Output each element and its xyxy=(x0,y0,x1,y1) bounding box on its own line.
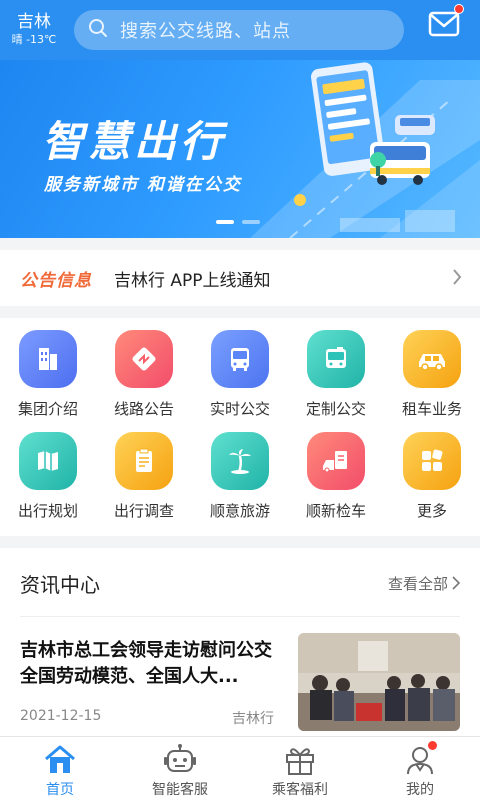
promo-banner[interactable]: 智慧出行 服务新城市 和谐在公交 xyxy=(0,60,480,238)
service-trip-planning[interactable]: 出行规划 xyxy=(0,432,96,521)
search-placeholder: 搜索公交线路、站点 xyxy=(120,21,291,42)
service-realtime-bus[interactable]: 实时公交 xyxy=(192,330,288,419)
robot-icon xyxy=(164,744,196,772)
service-label: 集团介绍 xyxy=(17,400,78,418)
tab-label: 首页 xyxy=(46,782,74,798)
service-label: 出行调查 xyxy=(113,502,174,520)
news-article-thumbnail[interactable] xyxy=(298,633,460,731)
map-icon xyxy=(19,432,77,490)
clipboard-icon xyxy=(115,432,173,490)
news-header: 资讯中心 查看全部 xyxy=(20,568,460,598)
tab-smart-service[interactable]: 智能客服 xyxy=(120,737,240,800)
service-label: 线路公告 xyxy=(113,400,174,418)
service-label: 顺新检车 xyxy=(305,502,366,520)
announcement-bar[interactable]: 公告信息 吉林行 APP上线通知 xyxy=(0,250,480,306)
tab-home[interactable]: 首页 xyxy=(0,737,120,800)
service-label: 出行规划 xyxy=(17,502,78,520)
message-button[interactable] xyxy=(428,4,464,38)
tab-label: 智能客服 xyxy=(152,782,208,798)
bottom-nav: 首页 智能客服 乘客福利 我的 xyxy=(0,736,480,800)
more-grid-icon xyxy=(403,432,461,490)
banner-dot-2[interactable] xyxy=(242,220,260,224)
service-group-intro[interactable]: 集团介绍 xyxy=(0,330,96,419)
weather-text: 晴 -13℃ xyxy=(11,33,57,46)
news-article-title[interactable]: 吉林市总工会领导走访慰问公交全国劳动模范、全国人大... xyxy=(20,638,278,690)
service-car-rental[interactable]: 租车业务 xyxy=(384,330,480,419)
profile-badge xyxy=(428,741,437,750)
service-label: 顺意旅游 xyxy=(209,502,270,520)
service-car-inspection[interactable]: 顺新检车 xyxy=(288,432,384,521)
view-all-label: 查看全部 xyxy=(387,574,448,593)
service-travel[interactable]: 顺意旅游 xyxy=(192,432,288,521)
custom-bus-icon xyxy=(307,330,365,388)
service-trip-survey[interactable]: 出行调查 xyxy=(96,432,192,521)
search-icon xyxy=(88,18,108,42)
divider xyxy=(20,616,460,617)
tab-label: 我的 xyxy=(406,782,434,798)
service-label: 实时公交 xyxy=(209,400,270,418)
tab-profile[interactable]: 我的 xyxy=(360,737,480,800)
car-inspection-icon xyxy=(307,432,365,490)
home-icon xyxy=(45,745,75,773)
gift-icon xyxy=(286,748,314,775)
city-name: 吉林 xyxy=(17,12,51,32)
tab-label: 乘客福利 xyxy=(272,782,328,798)
banner-title: 智慧出行 xyxy=(42,117,227,166)
search-bar[interactable]: 搜索公交线路、站点 xyxy=(74,10,404,50)
chevron-right-icon xyxy=(453,269,462,285)
tab-passenger-benefits[interactable]: 乘客福利 xyxy=(240,737,360,800)
message-badge xyxy=(454,4,464,14)
city-selector[interactable]: 吉林 晴 -13℃ xyxy=(0,12,68,48)
news-article-source: 吉林行 xyxy=(232,711,274,727)
service-custom-bus[interactable]: 定制公交 xyxy=(288,330,384,419)
services-grid: 集团介绍 线路公告 实时公交 定制公交 租车业务 出行规划 出行调查 顺意旅游 … xyxy=(0,318,480,536)
chevron-right-icon xyxy=(452,576,460,590)
car-icon xyxy=(403,330,461,388)
view-all-link[interactable]: 查看全部 xyxy=(388,573,460,594)
service-label: 更多 xyxy=(416,502,447,520)
route-sign-icon xyxy=(115,330,173,388)
news-section-title: 资讯中心 xyxy=(20,572,100,597)
announcement-tag: 公告信息 xyxy=(20,270,92,291)
buildings-icon xyxy=(19,330,77,388)
service-more[interactable]: 更多 xyxy=(384,432,480,521)
service-label: 定制公交 xyxy=(305,400,366,418)
banner-dot-1[interactable] xyxy=(216,220,234,224)
palm-tree-icon xyxy=(211,432,269,490)
service-route-notice[interactable]: 线路公告 xyxy=(96,330,192,419)
banner-pagination xyxy=(216,220,260,224)
news-section: 资讯中心 查看全部 吉林市总工会领导走访慰问公交全国劳动模范、全国人大... 2… xyxy=(0,548,480,738)
news-article-date: 2021-12-15 xyxy=(20,708,102,724)
bus-icon xyxy=(211,330,269,388)
top-bar: 吉林 晴 -13℃ 搜索公交线路、站点 xyxy=(0,0,480,60)
mail-icon xyxy=(428,11,460,37)
banner-subtitle: 服务新城市 和谐在公交 xyxy=(44,175,242,195)
announcement-text: 吉林行 APP上线通知 xyxy=(114,270,271,291)
service-label: 租车业务 xyxy=(401,400,462,418)
